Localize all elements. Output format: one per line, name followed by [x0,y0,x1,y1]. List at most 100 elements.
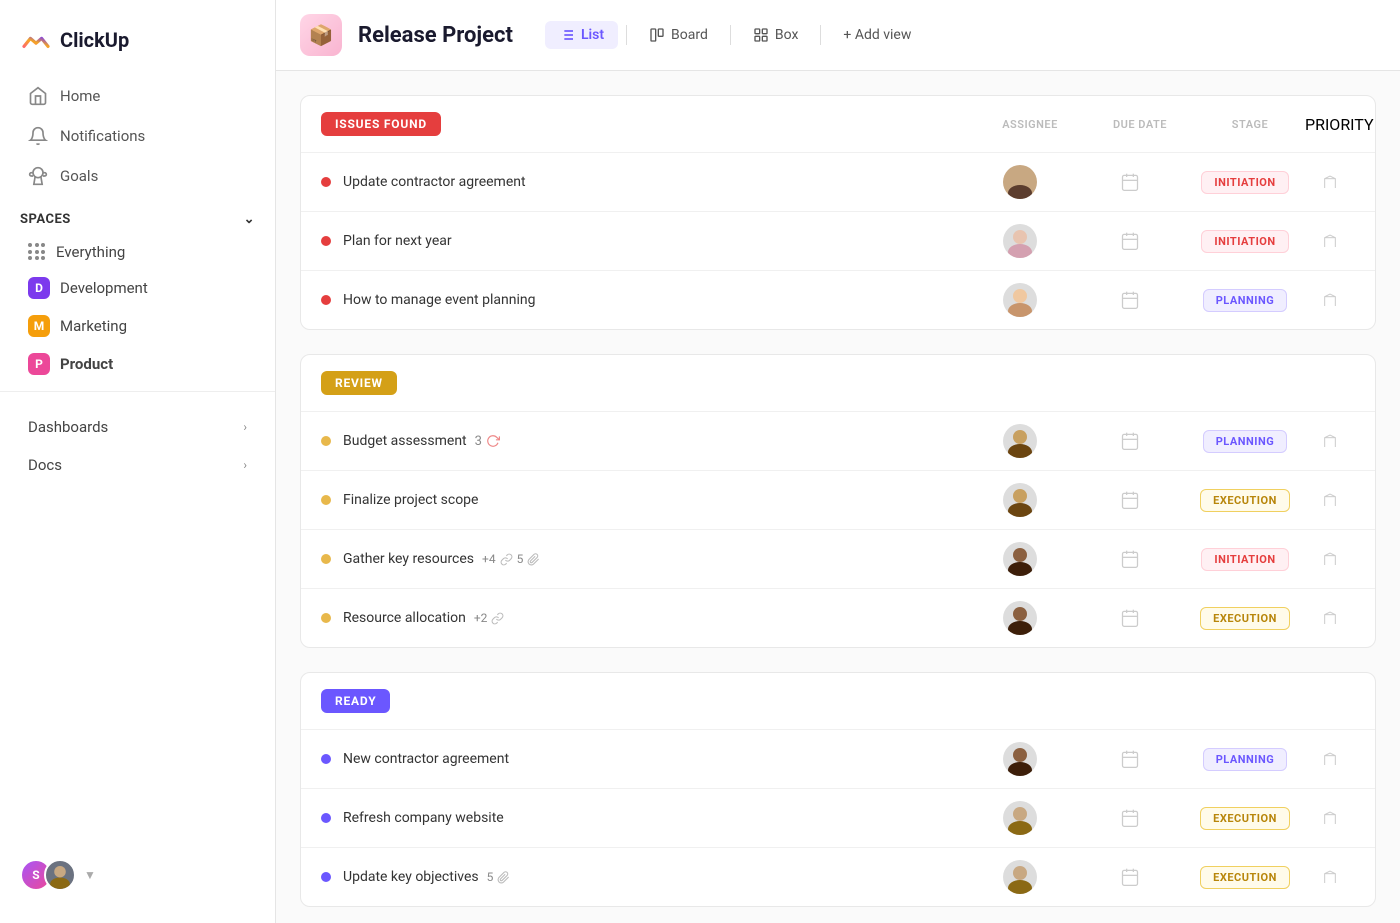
task-right-section: EXECUTION [965,483,1355,517]
task-name: Gather key resources +4 5 [343,551,965,567]
sidebar-item-product[interactable]: P Product [8,345,267,383]
stage-badge: EXECUTION [1200,866,1290,889]
link-icon2 [491,612,504,625]
table-row[interactable]: Budget assessment 3 [301,411,1375,470]
task-assignee [965,483,1075,517]
task-stage[interactable]: PLANNING [1185,289,1305,312]
task-status-dot [321,295,331,305]
sidebar-item-development[interactable]: D Development [8,269,267,307]
group-label-issues: ISSUES FOUND [321,112,441,136]
task-due-date[interactable] [1075,549,1185,569]
task-priority[interactable] [1305,610,1355,626]
group-header-ready: READY [301,673,1375,729]
task-priority[interactable] [1305,810,1355,826]
task-right-section: EXECUTION [965,860,1355,894]
group-label-ready: READY [321,689,390,713]
sidebar-item-everything[interactable]: Everything [8,235,267,269]
board-icon [649,27,665,43]
task-plus-count2: +2 [474,611,488,625]
table-row[interactable]: Update key objectives 5 [301,847,1375,906]
task-due-date[interactable] [1075,431,1185,451]
tab-box-label: Box [775,27,799,43]
task-due-date[interactable] [1075,749,1185,769]
sidebar-item-goals[interactable]: Goals [8,156,267,196]
task-due-date[interactable] [1075,867,1185,887]
home-icon [28,86,48,106]
grid-icon [28,243,46,261]
task-due-date[interactable] [1075,608,1185,628]
task-priority[interactable] [1305,551,1355,567]
stage-badge: INITIATION [1201,171,1288,194]
task-status-dot [321,813,331,823]
task-right-section: PLANNING [965,424,1355,458]
table-row[interactable]: Finalize project scope EXECUTION [301,470,1375,529]
task-priority[interactable] [1305,869,1355,885]
task-status-dot [321,554,331,564]
task-due-date[interactable] [1075,290,1185,310]
sidebar-everything-label: Everything [56,243,125,261]
task-due-date[interactable] [1075,490,1185,510]
logo[interactable]: ClickUp [0,16,275,76]
sidebar-item-home[interactable]: Home [8,76,267,116]
task-status-dot [321,754,331,764]
task-priority[interactable] [1305,292,1355,308]
sidebar-bottom-section: Dashboards › Docs › [0,391,275,492]
table-row[interactable]: Gather key resources +4 5 [301,529,1375,588]
col-due-date: DUE DATE [1085,118,1195,131]
sidebar-item-marketing[interactable]: M Marketing [8,307,267,345]
task-stage[interactable]: EXECUTION [1185,607,1305,630]
table-row[interactable]: How to manage event planning PLANNING [301,270,1375,329]
avatar [1003,424,1037,458]
sidebar-item-notifications[interactable]: Notifications [8,116,267,156]
chevron-down-icon[interactable]: ⌄ [244,212,255,227]
task-right-section: INITIATION [965,165,1355,199]
table-row[interactable]: Plan for next year INITIATION [301,211,1375,270]
task-right-section: EXECUTION [965,801,1355,835]
task-stage[interactable]: INITIATION [1185,548,1305,571]
product-space-dot: P [28,353,50,375]
task-priority[interactable] [1305,492,1355,508]
task-stage[interactable]: PLANNING [1185,430,1305,453]
dropdown-arrow-icon[interactable]: ▼ [84,868,96,882]
task-assignee [965,542,1075,576]
sidebar-item-dashboards[interactable]: Dashboards › [8,408,267,446]
stage-badge: EXECUTION [1200,807,1290,830]
task-assignee [965,860,1075,894]
sidebar-development-label: Development [60,279,148,297]
tab-board-label: Board [671,27,708,43]
task-priority[interactable] [1305,233,1355,249]
task-stage[interactable]: PLANNING [1185,748,1305,771]
marketing-space-dot: M [28,315,50,337]
list-icon [559,27,575,43]
task-due-date[interactable] [1075,231,1185,251]
task-stage[interactable]: EXECUTION [1185,489,1305,512]
task-stage[interactable]: EXECUTION [1185,866,1305,889]
task-meta: 3 [475,434,500,449]
tab-box[interactable]: Box [739,21,813,49]
table-row[interactable]: Refresh company website EXECUTION [301,788,1375,847]
task-due-date[interactable] [1075,808,1185,828]
task-priority[interactable] [1305,174,1355,190]
sidebar: ClickUp Home Notifications Goals Spaces … [0,0,276,923]
task-stage[interactable]: INITIATION [1185,230,1305,253]
task-stage[interactable]: EXECUTION [1185,807,1305,830]
project-icon: 📦 [300,14,342,56]
development-space-dot: D [28,277,50,299]
table-row[interactable]: Update contractor agreement INITIATION [301,152,1375,211]
tab-separator2 [730,25,731,45]
task-name: Resource allocation +2 [343,610,965,626]
table-row[interactable]: New contractor agreement PLANNING [301,729,1375,788]
tab-board[interactable]: Board [635,21,722,49]
task-stage[interactable]: INITIATION [1185,171,1305,194]
sidebar-item-docs[interactable]: Docs › [8,446,267,484]
table-row[interactable]: Resource allocation +2 [301,588,1375,647]
tab-separator [626,25,627,45]
avatar [1003,860,1037,894]
tab-list[interactable]: List [545,21,618,49]
task-priority[interactable] [1305,751,1355,767]
task-due-date[interactable] [1075,172,1185,192]
task-priority[interactable] [1305,433,1355,449]
page-title: Release Project [358,23,513,48]
add-view-button[interactable]: + Add view [829,21,925,49]
user-avatars[interactable]: S [20,859,76,891]
